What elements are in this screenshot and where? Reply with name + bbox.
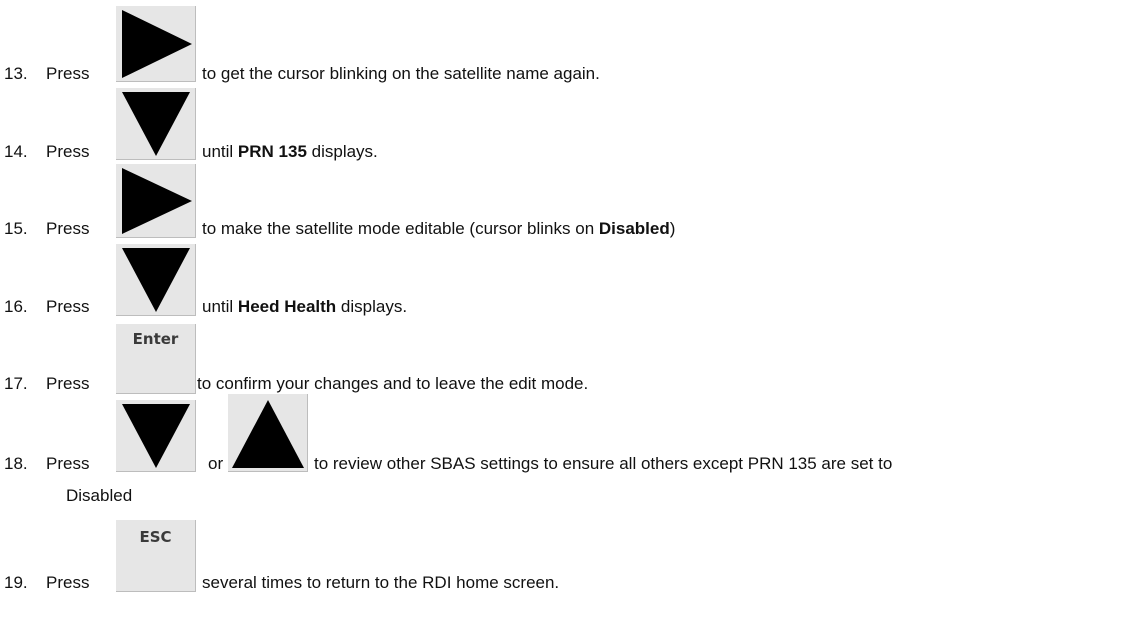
up-arrow-key [228, 394, 308, 472]
step-description: until Heed Health displays. [202, 297, 408, 316]
right-arrow-icon [122, 168, 192, 234]
step-description: to confirm your changes and to leave the… [197, 374, 589, 393]
press-label: Press [46, 297, 90, 316]
step-number: 13. [4, 64, 28, 83]
step-description: to review other SBAS settings to ensure … [314, 454, 893, 473]
esc-key: ESC [116, 520, 196, 592]
step-number: 18. [4, 454, 28, 473]
right-arrow-icon [122, 10, 192, 78]
press-label: Press [46, 573, 90, 592]
up-arrow-icon [232, 400, 304, 468]
step-description: to make the satellite mode editable (cur… [202, 219, 676, 238]
press-label: Press [46, 64, 90, 83]
down-arrow-key [116, 88, 196, 160]
press-label: Press [46, 142, 90, 161]
step-description: several times to return to the RDI home … [202, 573, 560, 592]
step-description-continuation: Disabled [66, 486, 133, 505]
press-label: Press [46, 374, 90, 393]
down-arrow-key [116, 244, 196, 316]
step-description: until PRN 135 displays. [202, 142, 378, 161]
esc-key-label: ESC [139, 528, 172, 546]
down-arrow-key [116, 400, 196, 472]
enter-key: Enter [116, 324, 196, 394]
step-number: 19. [4, 573, 28, 592]
emphasis: Heed Health [237, 297, 337, 316]
step-number: 17. [4, 374, 28, 393]
press-label: Press [46, 219, 90, 238]
right-arrow-key [116, 164, 196, 238]
down-arrow-icon [122, 92, 190, 156]
enter-key-label: Enter [132, 330, 179, 348]
right-arrow-key [116, 6, 196, 82]
or-label: or [208, 454, 224, 473]
step-description: to get the cursor blinking on the satell… [202, 64, 600, 83]
press-label: Press [46, 454, 90, 473]
step-number: 15. [4, 219, 28, 238]
down-arrow-icon [122, 404, 190, 468]
emphasis: Disabled [598, 219, 670, 238]
down-arrow-icon [122, 248, 190, 312]
emphasis: PRN 135 [237, 142, 307, 161]
step-number: 14. [4, 142, 28, 161]
step-number: 16. [4, 297, 28, 316]
